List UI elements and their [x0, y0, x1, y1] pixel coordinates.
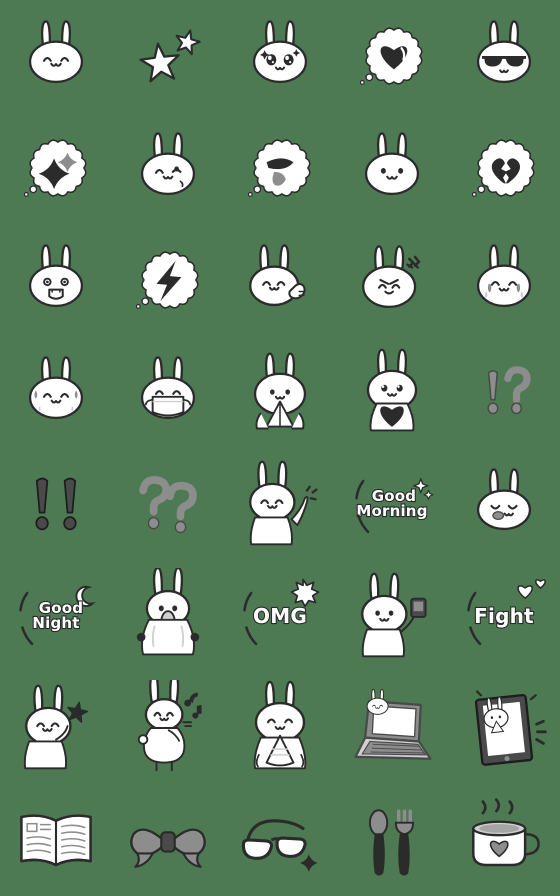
sticker-cell-27[interactable]	[112, 560, 224, 672]
text-good-night[interactable]: Good Night	[8, 568, 104, 664]
sticker-cell-1[interactable]	[0, 0, 112, 112]
rabbit-surprised-open-mouth[interactable]	[8, 232, 104, 328]
sticker-cell-24[interactable]: Good Morning	[336, 448, 448, 560]
rabbit-thumbs-up[interactable]	[232, 232, 328, 328]
sticker-cell-38[interactable]	[224, 784, 336, 896]
sticker-cell-12[interactable]	[112, 224, 224, 336]
text-good-morning[interactable]: Good Morning	[344, 456, 440, 552]
rabbit-holding-heart[interactable]	[344, 344, 440, 440]
text-fight[interactable]: Fight	[456, 568, 552, 664]
rabbit-dancing-notes[interactable]	[120, 680, 216, 776]
sticker-cell-10[interactable]	[448, 112, 560, 224]
rabbit-waving-hand[interactable]	[232, 456, 328, 552]
sticker-cell-28[interactable]: OMG	[224, 560, 336, 672]
text-sticker-line: Good	[38, 598, 84, 617]
bubble-sleep-drop[interactable]	[232, 120, 328, 216]
rabbit-praying-hands[interactable]	[232, 344, 328, 440]
sticker-cell-20[interactable]	[448, 336, 560, 448]
sticker-cell-22[interactable]	[112, 448, 224, 560]
sticker-cell-36[interactable]	[0, 784, 112, 896]
sticker-cell-16[interactable]	[0, 336, 112, 448]
eyeglasses[interactable]	[232, 792, 328, 888]
text-omg[interactable]: OMG	[232, 568, 328, 664]
sticker-cell-40[interactable]	[448, 784, 560, 896]
sticker-cell-8[interactable]	[224, 112, 336, 224]
rabbit-wink[interactable]	[120, 120, 216, 216]
sticker-cell-35[interactable]	[448, 672, 560, 784]
double-question-mark[interactable]	[120, 456, 216, 552]
rabbit-sparkling-eyes[interactable]	[232, 8, 328, 104]
rabbit-eating-riceball[interactable]	[232, 680, 328, 776]
sticker-cell-23[interactable]	[224, 448, 336, 560]
text-sticker-line: Good	[371, 486, 417, 505]
sticker-cell-31[interactable]	[0, 672, 112, 784]
sticker-cell-7[interactable]	[112, 112, 224, 224]
framed-rabbit-portrait[interactable]	[456, 680, 552, 776]
sticker-cell-21[interactable]	[0, 448, 112, 560]
sticker-cell-14[interactable]	[336, 224, 448, 336]
sticker-cell-19[interactable]	[336, 336, 448, 448]
sticker-cell-34[interactable]	[336, 672, 448, 784]
open-book[interactable]	[8, 792, 104, 888]
sticker-cell-32[interactable]	[112, 672, 224, 784]
rabbit-crying-tears[interactable]	[456, 232, 552, 328]
rabbit-holding-phone[interactable]	[344, 568, 440, 664]
sticker-cell-15[interactable]	[448, 224, 560, 336]
emoji-sticker-grid: Good Morning Good Night OMG Fight	[0, 0, 560, 896]
rabbit-thinking-star[interactable]	[8, 680, 104, 776]
sticker-cell-29[interactable]	[336, 560, 448, 672]
bubble-heart[interactable]	[344, 8, 440, 104]
sticker-cell-13[interactable]	[224, 224, 336, 336]
sticker-cell-17[interactable]	[112, 336, 224, 448]
spoon-and-fork[interactable]	[344, 792, 440, 888]
sticker-cell-5[interactable]	[448, 0, 560, 112]
sticker-cell-18[interactable]	[224, 336, 336, 448]
rabbit-angry-vein[interactable]	[344, 232, 440, 328]
bubble-lightning-bolt[interactable]	[120, 232, 216, 328]
bubble-broken-heart[interactable]	[456, 120, 552, 216]
rabbit-sleeping-drool[interactable]	[456, 456, 552, 552]
double-exclamation-mark[interactable]	[8, 456, 104, 552]
sticker-cell-11[interactable]	[0, 224, 112, 336]
twin-stars[interactable]	[120, 8, 216, 104]
sticker-cell-26[interactable]: Good Night	[0, 560, 112, 672]
rabbit-sunglasses[interactable]	[456, 8, 552, 104]
sticker-cell-39[interactable]	[336, 784, 448, 896]
rabbit-shocked-scream[interactable]	[120, 568, 216, 664]
rabbit-nervous-sweat[interactable]	[8, 344, 104, 440]
rabbit-face-mask[interactable]	[120, 344, 216, 440]
sticker-cell-37[interactable]	[112, 784, 224, 896]
rabbit-smiling-face[interactable]	[8, 8, 104, 104]
sticker-cell-9[interactable]	[336, 112, 448, 224]
laptop-with-rabbit-screen[interactable]	[344, 680, 440, 776]
exclamation-question-mark[interactable]	[456, 344, 552, 440]
bubble-sparkles[interactable]	[8, 120, 104, 216]
sticker-cell-25[interactable]	[448, 448, 560, 560]
sticker-cell-2[interactable]	[112, 0, 224, 112]
steaming-mug-heart[interactable]	[456, 792, 552, 888]
sticker-cell-6[interactable]	[0, 112, 112, 224]
sticker-cell-3[interactable]	[224, 0, 336, 112]
sticker-cell-30[interactable]: Fight	[448, 560, 560, 672]
sticker-cell-4[interactable]	[336, 0, 448, 112]
sticker-cell-33[interactable]	[224, 672, 336, 784]
ribbon-bow[interactable]	[120, 792, 216, 888]
rabbit-plain-smile[interactable]	[344, 120, 440, 216]
